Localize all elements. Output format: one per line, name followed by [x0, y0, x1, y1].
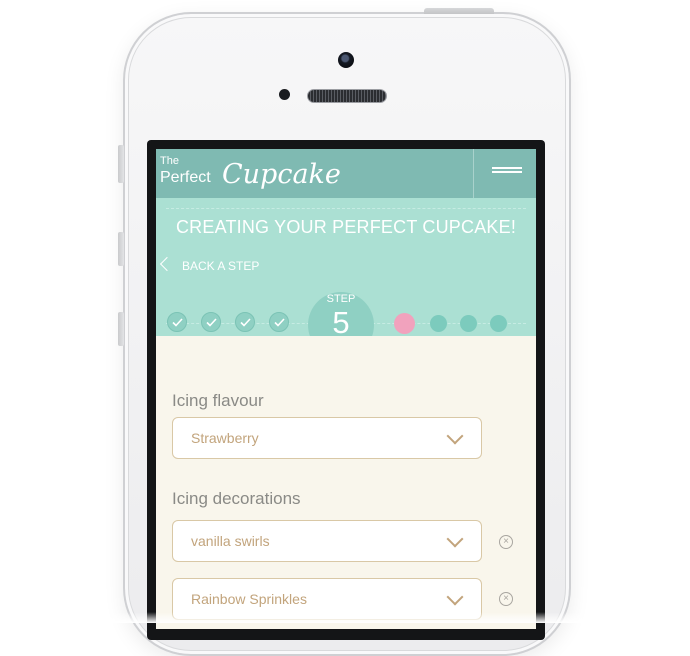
bottom-fade — [0, 612, 690, 623]
hamburger-menu-icon[interactable] — [492, 165, 524, 183]
header-divider — [473, 149, 474, 198]
page-title: CREATING YOUR PERFECT CUPCAKE! — [175, 217, 517, 237]
step-5-current-dot — [394, 313, 415, 334]
dashed-divider — [166, 208, 526, 209]
logo-the: The — [160, 155, 179, 167]
logo-cupcake: Cupcake — [222, 159, 341, 190]
silent-switch — [118, 145, 124, 183]
step-1-done-check-icon[interactable] — [167, 312, 187, 332]
step-4-done-check-icon[interactable] — [269, 312, 289, 332]
volume-up-button — [118, 232, 124, 266]
icing-flavour-select[interactable]: Strawberry — [172, 417, 482, 459]
volume-down-button — [118, 312, 124, 346]
decoration-value-1: vanilla swirls — [191, 533, 270, 549]
front-camera — [338, 52, 354, 68]
step-6-dot — [430, 315, 447, 332]
earpiece-speaker — [307, 89, 387, 103]
step-bubble-mask — [156, 336, 536, 366]
chevron-down-icon — [446, 588, 464, 606]
step-label: STEP — [326, 293, 356, 305]
power-button — [424, 8, 494, 14]
decoration-value-2: Rainbow Sprinkles — [191, 591, 307, 607]
chevron-down-icon — [446, 427, 464, 445]
app-screen: The Perfect Cupcake CREATING YOUR PERFEC… — [156, 149, 536, 629]
chevron-down-icon — [446, 530, 464, 548]
step-3-done-check-icon[interactable] — [235, 312, 255, 332]
icing-decorations-label: Icing decorations — [172, 489, 301, 508]
decoration-select-1[interactable]: vanilla swirls — [172, 520, 482, 562]
back-label: BACK A STEP — [182, 259, 260, 273]
step-7-dot — [460, 315, 477, 332]
remove-decoration-2-close-icon[interactable]: × — [499, 592, 513, 606]
icing-flavour-value: Strawberry — [191, 430, 259, 446]
app-header: The Perfect Cupcake — [156, 149, 536, 198]
proximity-sensor — [279, 89, 290, 100]
step-2-done-check-icon[interactable] — [201, 312, 221, 332]
remove-decoration-1-close-icon[interactable]: × — [499, 535, 513, 549]
chevron-left-icon — [159, 256, 175, 272]
logo-perfect: Perfect — [160, 169, 211, 186]
back-a-step-link[interactable]: BACK A STEP — [159, 256, 260, 273]
icing-flavour-label: Icing flavour — [172, 391, 264, 410]
step-8-dot — [490, 315, 507, 332]
